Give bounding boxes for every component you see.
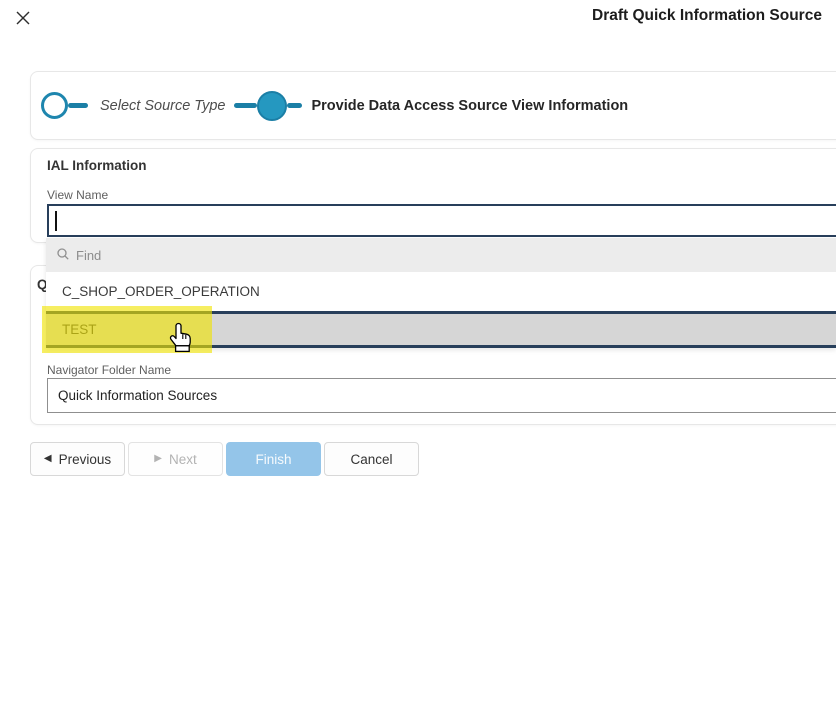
wizard-stepper-card: Select Source Type Provide Data Access S… xyxy=(30,71,836,140)
search-icon xyxy=(56,247,70,264)
view-name-label: View Name xyxy=(47,188,109,202)
wizard-button-row: ◀ Previous ▶ Next Finish Cancel xyxy=(30,442,419,476)
dropdown-option-c-shop-order-operation[interactable]: C_SHOP_ORDER_OPERATION xyxy=(46,272,836,311)
previous-button[interactable]: ◀ Previous xyxy=(30,442,125,476)
step-1-label[interactable]: Select Source Type xyxy=(100,98,225,114)
close-icon[interactable] xyxy=(13,8,33,28)
next-button[interactable]: ▶ Next xyxy=(128,442,223,476)
wizard-stepper: Select Source Type Provide Data Access S… xyxy=(31,72,836,139)
navigator-folder-name-input[interactable] xyxy=(47,378,836,413)
page-title: Draft Quick Information Source xyxy=(592,7,822,24)
previous-arrow-icon: ◀ xyxy=(43,453,52,464)
cancel-button-label: Cancel xyxy=(350,451,393,467)
dropdown-find-placeholder: Find xyxy=(76,247,102,263)
step-1-circle-icon[interactable] xyxy=(41,92,68,119)
dropdown-find-row[interactable]: Find xyxy=(46,238,836,272)
stepper-connector xyxy=(234,103,258,108)
next-arrow-icon: ▶ xyxy=(154,453,162,464)
next-button-label: Next xyxy=(168,451,197,467)
ial-information-card: IAL Information View Name xyxy=(30,148,836,243)
stepper-connector xyxy=(287,103,303,108)
dropdown-option-test[interactable]: TEST xyxy=(46,311,836,348)
view-name-dropdown: Find C_SHOP_ORDER_OPERATION TEST xyxy=(46,238,836,348)
step-2-circle-icon[interactable] xyxy=(257,90,288,121)
view-name-input[interactable] xyxy=(47,204,836,237)
finish-button[interactable]: Finish xyxy=(226,442,321,476)
step-2-label: Provide Data Access Source View Informat… xyxy=(311,97,629,114)
previous-button-label: Previous xyxy=(58,451,112,467)
navigator-folder-name-label: Navigator Folder Name xyxy=(47,363,172,377)
text-caret xyxy=(55,210,57,231)
finish-button-label: Finish xyxy=(255,451,292,467)
ial-section-heading: IAL Information xyxy=(47,158,147,173)
cancel-button[interactable]: Cancel xyxy=(324,442,419,476)
stepper-connector xyxy=(68,103,88,108)
